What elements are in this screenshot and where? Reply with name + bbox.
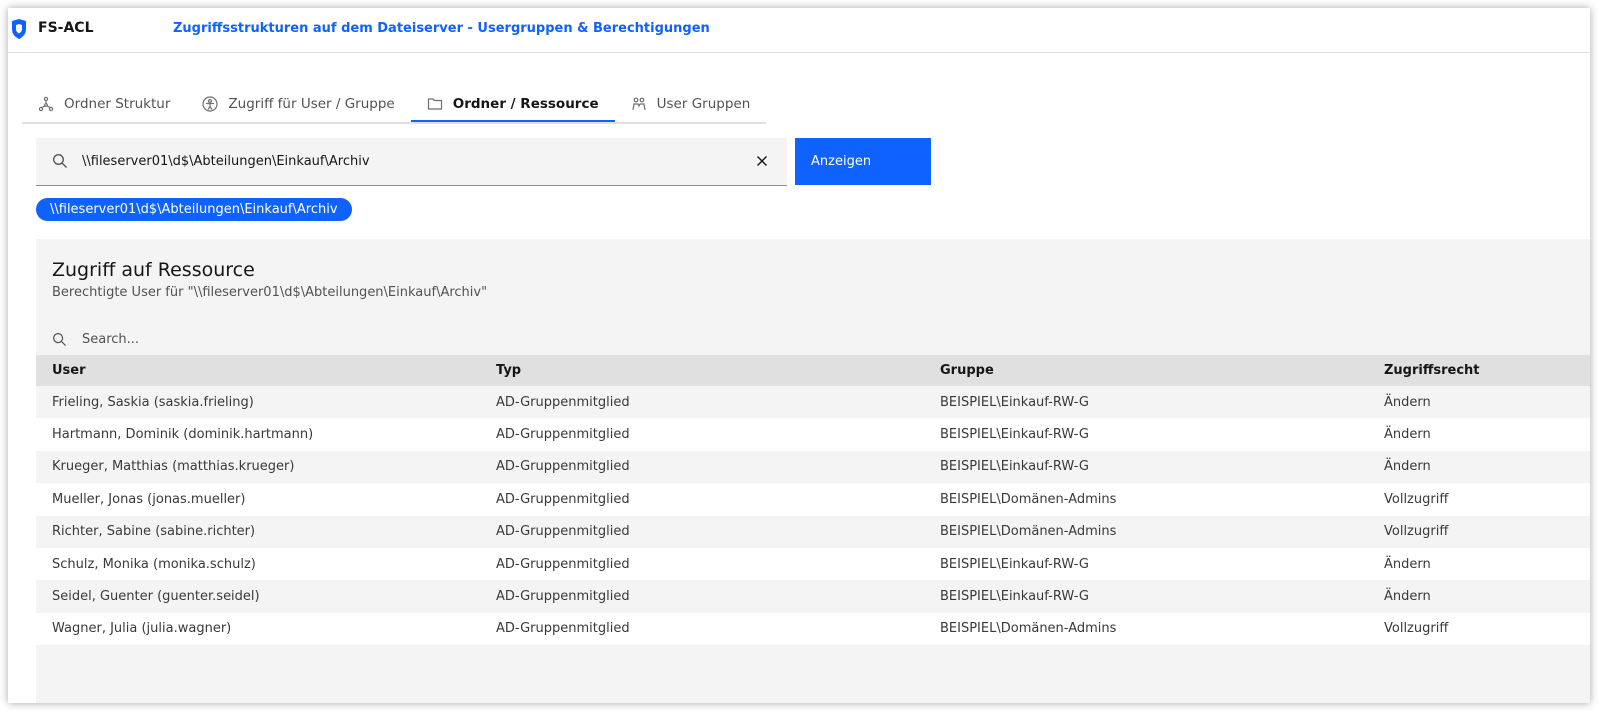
cell-zugriffsrecht: Ändern [1384, 556, 1431, 572]
table-row[interactable]: Wagner, Julia (julia.wagner) AD-Gruppenm… [36, 612, 1590, 646]
column-header-typ[interactable]: Typ [480, 355, 924, 386]
tab-label: User Gruppen [656, 96, 751, 112]
table-header-row: User Typ Gruppe Zugriffsrecht [36, 355, 1590, 386]
table-row[interactable]: Richter, Sabine (sabine.richter) AD-Grup… [36, 515, 1590, 548]
column-header-user[interactable]: User [36, 355, 480, 386]
tab-label: Zugriff für User / Gruppe [228, 96, 395, 112]
table-row[interactable]: Mueller, Jonas (jonas.mueller) AD-Gruppe… [36, 483, 1590, 516]
tree-icon [38, 96, 54, 112]
shield-logo-icon [12, 19, 26, 39]
folder-icon [427, 98, 442, 110]
cell-zugriffsrecht: Vollzugriff [1384, 491, 1449, 507]
cell-zugriffsrecht: Ändern [1384, 427, 1431, 443]
show-button[interactable]: Anzeigen [795, 138, 931, 185]
cell-typ: AD-Gruppenmitglied [496, 491, 630, 507]
tab-ordner-ressource[interactable]: Ordner / Ressource [410, 88, 615, 122]
cell-user: Mueller, Jonas (jonas.mueller) [52, 491, 246, 507]
table-row[interactable]: Schulz, Monika (monika.schulz) AD-Gruppe… [36, 547, 1590, 581]
cell-typ: AD-Gruppenmitglied [496, 556, 630, 572]
table-description: Berechtigte User für "\\fileserver01\d$\… [52, 285, 488, 300]
cell-user: Krueger, Matthias (matthias.krueger) [52, 459, 295, 475]
cell-gruppe: BEISPIEL\Einkauf-RW-G [940, 459, 1089, 475]
cell-typ: AD-Gruppenmitglied [496, 621, 630, 637]
cell-gruppe: BEISPIEL\Domänen-Admins [940, 524, 1117, 540]
search-icon [52, 332, 67, 347]
table-row[interactable]: Frieling, Saskia (saskia.frieling) AD-Gr… [36, 386, 1590, 419]
table-search-bar [36, 323, 1590, 355]
cell-typ: AD-Gruppenmitglied [496, 589, 630, 605]
access-table: User Typ Gruppe Zugriffsrecht Frieling, … [36, 355, 1590, 646]
column-header-zugriffsrecht[interactable]: Zugriffsrecht [1368, 355, 1590, 386]
cell-zugriffsrecht: Vollzugriff [1384, 524, 1449, 540]
cell-user: Frieling, Saskia (saskia.frieling) [52, 394, 254, 410]
cell-gruppe: BEISPIEL\Einkauf-RW-G [940, 589, 1089, 605]
cell-user: Schulz, Monika (monika.schulz) [52, 556, 256, 572]
cell-typ: AD-Gruppenmitglied [496, 459, 630, 475]
tab-user-gruppen[interactable]: User Gruppen [615, 88, 767, 120]
access-table-container: Zugriff auf Ressource Berechtigte User f… [36, 239, 1590, 703]
cell-gruppe: BEISPIEL\Domänen-Admins [940, 491, 1117, 507]
cell-zugriffsrecht: Ändern [1384, 589, 1431, 605]
app-window: FS-ACL Zugriffsstrukturen auf dem Dateis… [8, 8, 1590, 703]
resource-search-box [36, 138, 787, 186]
cell-typ: AD-Gruppenmitglied [496, 427, 630, 443]
cell-user: Wagner, Julia (julia.wagner) [52, 621, 232, 637]
table-row[interactable]: Seidel, Guenter (guenter.seidel) AD-Grup… [36, 580, 1590, 613]
cell-zugriffsrecht: Ändern [1384, 459, 1431, 475]
app-title: Zugriffsstrukturen auf dem Dateiserver -… [173, 21, 710, 36]
user-access-icon [202, 96, 219, 112]
tab-label: Ordner Struktur [64, 96, 171, 112]
resource-path-input[interactable] [82, 138, 732, 185]
search-icon [53, 154, 67, 168]
cell-zugriffsrecht: Ändern [1384, 394, 1431, 410]
cell-user: Richter, Sabine (sabine.richter) [52, 524, 256, 540]
close-icon[interactable] [754, 153, 770, 169]
column-header-gruppe[interactable]: Gruppe [924, 355, 1368, 386]
selected-path-tag[interactable]: \\fileserver01\d$\Abteilungen\Einkauf\Ar… [36, 198, 352, 221]
cell-user: Hartmann, Dominik (dominik.hartmann) [52, 427, 314, 443]
cell-gruppe: BEISPIEL\Einkauf-RW-G [940, 427, 1089, 443]
app-header: FS-ACL Zugriffsstrukturen auf dem Dateis… [8, 8, 1590, 53]
table-row[interactable]: Hartmann, Dominik (dominik.hartmann) AD-… [36, 418, 1590, 451]
user-group-icon [632, 97, 646, 111]
tab-zugriff-user-gruppe[interactable]: Zugriff für User / Gruppe [186, 88, 410, 120]
tab-label: Ordner / Ressource [452, 96, 599, 112]
cell-typ: AD-Gruppenmitglied [496, 524, 630, 540]
cell-gruppe: BEISPIEL\Einkauf-RW-G [940, 394, 1089, 410]
app-name: FS-ACL [38, 20, 94, 36]
tab-bar: Ordner Struktur Zugriff für User / Grupp… [22, 88, 767, 124]
table-search-input[interactable] [82, 323, 582, 355]
table-row[interactable]: Krueger, Matthias (matthias.krueger) AD-… [36, 450, 1590, 484]
cell-user: Seidel, Guenter (guenter.seidel) [52, 589, 260, 605]
cell-zugriffsrecht: Vollzugriff [1384, 621, 1449, 637]
cell-typ: AD-Gruppenmitglied [496, 394, 630, 410]
cell-gruppe: BEISPIEL\Einkauf-RW-G [940, 556, 1089, 572]
tab-ordner-struktur[interactable]: Ordner Struktur [22, 88, 186, 120]
cell-gruppe: BEISPIEL\Domänen-Admins [940, 621, 1117, 637]
table-title: Zugriff auf Ressource [52, 259, 255, 281]
